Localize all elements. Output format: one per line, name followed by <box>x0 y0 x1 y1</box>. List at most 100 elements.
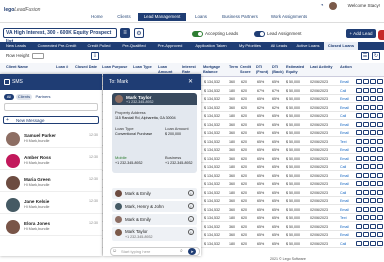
more-icon[interactable] <box>377 164 383 169</box>
tab-my-priorities[interactable]: My Priorities <box>234 42 266 50</box>
edit-icon[interactable] <box>356 164 362 169</box>
edit-icon[interactable] <box>356 147 362 152</box>
info-icon[interactable]: i <box>188 190 194 196</box>
cell-act[interactable]: Email <box>340 197 349 205</box>
tab-new-leads[interactable]: New Leads <box>0 42 32 50</box>
info-icon[interactable]: i <box>188 203 194 209</box>
edit-icon[interactable] <box>356 198 362 203</box>
phone-icon[interactable] <box>370 104 376 110</box>
business-value[interactable]: +1 232-345-8932 <box>165 161 192 165</box>
tab-application-taken[interactable]: Application Taken <box>188 42 234 50</box>
sms-search-input[interactable] <box>4 103 98 111</box>
phone-icon[interactable] <box>370 155 376 161</box>
nav-lead-management[interactable]: Lead Management <box>138 13 186 21</box>
cell-act[interactable]: Email <box>340 206 349 214</box>
more-icon[interactable] <box>377 232 383 237</box>
more-icon[interactable] <box>377 113 383 118</box>
phone-icon[interactable] <box>370 240 376 246</box>
edit-icon[interactable] <box>356 79 362 84</box>
edit-icon[interactable] <box>356 155 362 161</box>
group-chat-item[interactable]: Mark & Emily i <box>112 214 197 225</box>
edit-icon[interactable] <box>356 121 362 127</box>
emoji-icon[interactable]: ☺ <box>112 248 117 254</box>
row-height-select[interactable] <box>32 53 44 59</box>
tab-active-loans[interactable]: Active Loans <box>292 42 324 50</box>
more-icon[interactable] <box>377 147 383 152</box>
filter-all[interactable]: All <box>4 94 14 100</box>
close-icon[interactable]: ✕ <box>188 78 193 85</box>
avatar[interactable] <box>329 2 337 10</box>
col-dti-back[interactable]: DTI (Back) <box>272 65 286 74</box>
cell-act[interactable]: Text <box>340 214 347 222</box>
new-message-button[interactable]: New Message <box>3 116 99 124</box>
more-icon[interactable] <box>377 121 383 127</box>
phone-icon[interactable] <box>370 130 376 135</box>
cell-act[interactable]: Email <box>340 223 349 231</box>
col-estimated-equity[interactable]: Estimated Equity <box>286 65 308 74</box>
col-closed-date[interactable]: Closed Date <box>75 65 97 70</box>
columns-icon[interactable]: ☰ <box>361 52 369 60</box>
phone-icon[interactable] <box>370 189 376 195</box>
mail-icon[interactable] <box>363 240 369 246</box>
edit-icon[interactable] <box>356 240 362 246</box>
more-icon[interactable] <box>377 223 383 229</box>
phone-icon[interactable] <box>370 164 376 169</box>
accepting-leads-toggle[interactable] <box>192 31 203 37</box>
mail-icon[interactable] <box>363 121 369 127</box>
bell-icon[interactable]: ◔ <box>320 3 326 9</box>
more-icon[interactable] <box>377 130 383 135</box>
edit-icon[interactable] <box>356 138 362 144</box>
cell-act[interactable]: Email <box>340 129 349 137</box>
prospect-list-select[interactable]: VA High Interest, 300 - 600K Equity Pros… <box>3 28 117 45</box>
edit-icon[interactable] <box>356 130 362 135</box>
nav-work-assignments[interactable]: Work Assignments <box>264 13 314 21</box>
cell-act[interactable]: Call <box>340 112 346 120</box>
list-item[interactable]: Amber Ross Hi Mark,bundle 12:30 <box>0 152 102 170</box>
cell-act[interactable]: Call <box>340 189 346 197</box>
cell-act[interactable]: Email <box>340 95 349 103</box>
nav-home[interactable]: Home <box>84 13 110 21</box>
group-chat-item[interactable]: Mark & Emily i <box>112 188 197 199</box>
list-item[interactable]: Elora Jones Hi Mark,bundle 12:30 <box>0 218 102 236</box>
cell-act[interactable]: Email <box>340 146 349 154</box>
mail-icon[interactable] <box>363 181 369 186</box>
phone-icon[interactable] <box>370 172 376 178</box>
filter-icon[interactable]: ≡ <box>120 28 130 38</box>
edit-icon[interactable] <box>356 206 362 212</box>
tab-connected-pre-credit[interactable]: Connected Pre-Credit <box>32 42 82 50</box>
info-icon[interactable]: i <box>188 229 194 235</box>
mail-icon[interactable] <box>363 215 369 220</box>
col-loan-number[interactable]: Loan # <box>56 65 68 70</box>
list-item[interactable]: Maria Green Hi Mark,bundle 12:30 <box>0 174 102 192</box>
more-icon[interactable] <box>377 172 383 178</box>
col-credit-score[interactable]: Credit Score <box>240 65 254 74</box>
refresh-icon[interactable]: ↻ <box>372 52 380 60</box>
mail-icon[interactable] <box>363 113 369 118</box>
edit-icon[interactable] <box>356 113 362 118</box>
tab-pre-approved[interactable]: Pre-Approved <box>152 42 188 50</box>
col-term[interactable]: Term <box>229 65 238 70</box>
col-action[interactable]: Action <box>340 65 352 70</box>
phone-icon[interactable] <box>370 87 376 93</box>
more-icon[interactable] <box>377 198 383 203</box>
cell-act[interactable]: Email <box>340 172 349 180</box>
filter-clients[interactable]: Clients <box>16 94 32 100</box>
cell-act[interactable]: Call <box>340 87 346 95</box>
more-icon[interactable] <box>377 79 383 84</box>
help-tab[interactable] <box>378 30 384 40</box>
phone-icon[interactable] <box>370 121 376 127</box>
mail-icon[interactable] <box>363 232 369 237</box>
cell-act[interactable]: Email <box>340 121 349 129</box>
edit-icon[interactable] <box>356 215 362 220</box>
list-item[interactable]: Samuel Parker Hi Mark,bundle 12:30 <box>0 130 102 148</box>
edit-icon[interactable] <box>356 189 362 195</box>
col-mortgage-balance[interactable]: Mortgage Balance <box>203 65 227 74</box>
mail-icon[interactable] <box>363 155 369 161</box>
col-client-name[interactable]: Client Name <box>6 65 28 70</box>
list-item[interactable]: Jane Kelsie Hi Mark,bundle 12:30 <box>0 196 102 214</box>
edit-icon[interactable] <box>356 96 362 101</box>
cell-act[interactable]: Call <box>340 163 346 171</box>
settings-icon[interactable]: ⚙ <box>134 28 144 38</box>
more-icon[interactable] <box>377 96 383 101</box>
add-lead-button[interactable]: + Add Lead <box>346 29 376 38</box>
